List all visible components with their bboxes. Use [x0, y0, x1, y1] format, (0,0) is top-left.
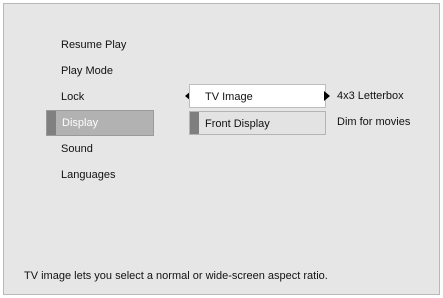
submenu-item-tv-image[interactable]: TV Image [189, 84, 326, 108]
selection-marker [47, 111, 56, 135]
right-arrow-icon[interactable] [324, 91, 330, 101]
menu-item-display-label: Display [62, 117, 99, 129]
dvd-menu-screen: Resume Play Play Mode Lock Display Sound… [3, 3, 440, 295]
front-display-value: Dim for movies [337, 116, 411, 128]
submenu-selection-bar [190, 112, 199, 134]
menu-item-play-mode[interactable]: Play Mode [61, 65, 113, 77]
menu-item-lock[interactable]: Lock [61, 91, 84, 103]
tv-image-value: 4x3 Letterbox [337, 90, 404, 102]
menu-item-sound[interactable]: Sound [61, 143, 93, 155]
submenu-item-front-display[interactable]: Front Display [189, 111, 326, 135]
menu-item-languages[interactable]: Languages [61, 169, 115, 181]
submenu-item-tv-image-label: TV Image [205, 91, 253, 103]
submenu-item-front-display-label: Front Display [205, 118, 270, 130]
menu-item-resume-play[interactable]: Resume Play [61, 39, 126, 51]
help-text: TV image lets you select a normal or wid… [24, 270, 328, 282]
menu-item-display[interactable]: Display [46, 110, 154, 136]
